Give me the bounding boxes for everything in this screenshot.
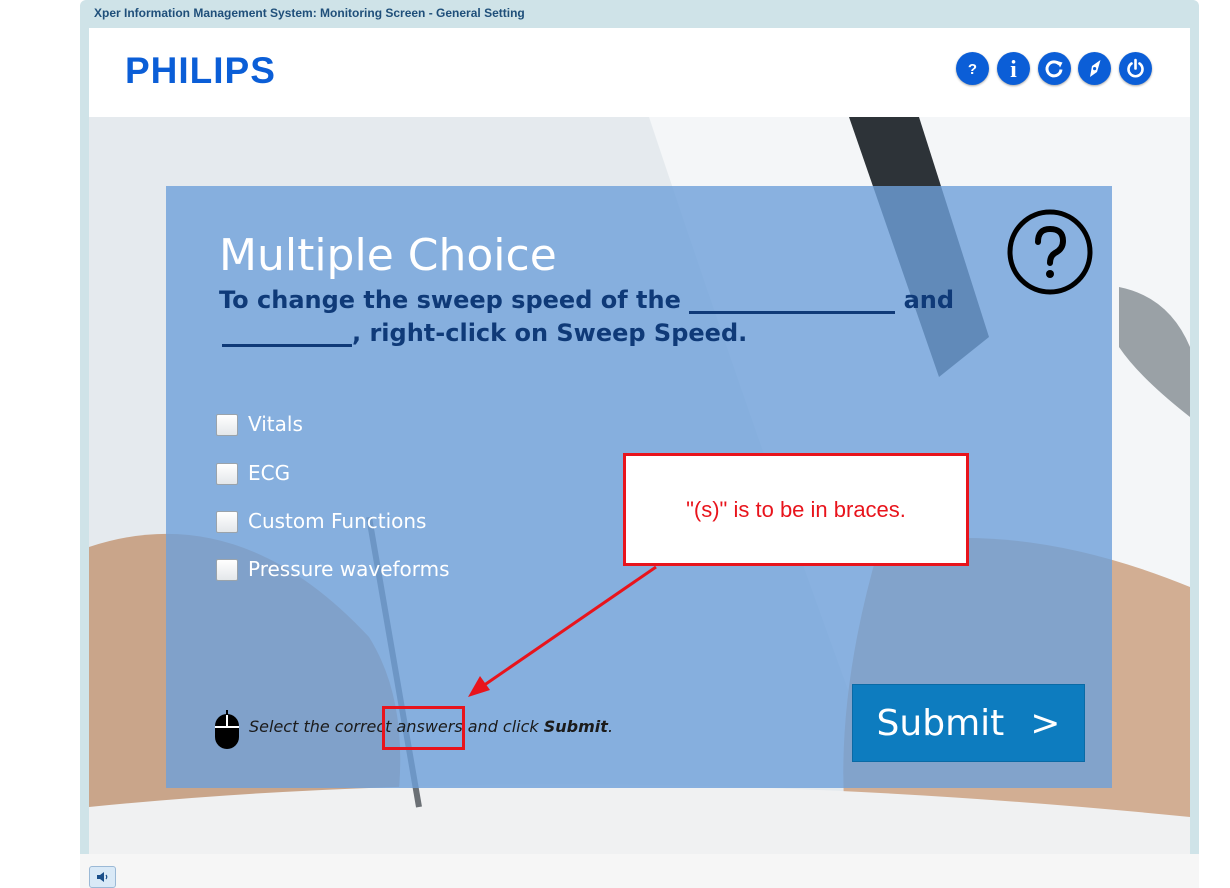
option-label: Pressure waveforms: [248, 557, 450, 581]
option-checkbox[interactable]: [216, 559, 238, 581]
option-label: ECG: [248, 461, 291, 485]
question-line-2: , right-click on Sweep Speed.: [219, 319, 747, 347]
question-text-part-1: To change the sweep speed of the: [219, 286, 681, 314]
option-checkbox[interactable]: [216, 511, 238, 533]
option-label: Custom Functions: [248, 509, 427, 533]
mouse-icon: [215, 710, 239, 749]
help-button[interactable]: ?: [956, 52, 989, 85]
answer-blank-1: [689, 287, 896, 314]
audio-button[interactable]: [89, 866, 116, 888]
speaker-icon: [97, 872, 108, 882]
refresh-button[interactable]: [1038, 52, 1071, 85]
footer-bar: [80, 854, 1199, 888]
submit-label: Submit: [876, 702, 1005, 744]
option-checkbox[interactable]: [216, 463, 238, 485]
info-icon: i: [1010, 57, 1017, 83]
question-mark-icon: ?: [968, 61, 977, 78]
quiz-title: Multiple Choice: [219, 230, 557, 281]
submit-button[interactable]: Submit >: [852, 684, 1085, 762]
question-text-part-3: , right-click on Sweep Speed.: [352, 319, 748, 347]
navigate-button[interactable]: [1078, 52, 1111, 85]
compass-icon: [1090, 60, 1101, 77]
question-line-1: To change the sweep speed of the and: [219, 286, 954, 314]
annotation-highlight-box: [382, 706, 465, 750]
annotation-callout: "(s)" is to be in braces.: [623, 453, 969, 566]
philips-logo: PHILIPS: [125, 50, 276, 91]
refresh-icon: [1045, 60, 1063, 78]
answer-blank-2: [222, 320, 352, 347]
info-button[interactable]: i: [997, 52, 1030, 85]
question-circle-icon: [1007, 209, 1093, 295]
power-icon: [1127, 58, 1144, 78]
annotation-text: "(s)" is to be in braces.: [686, 496, 906, 522]
option-checkbox[interactable]: [216, 414, 238, 436]
window-title: Xper Information Management System: Moni…: [94, 6, 525, 20]
svg-text:?: ?: [968, 61, 977, 78]
option-label: Vitals: [248, 412, 303, 436]
content-area: PHILIPS ? i Multiple Choice To change th…: [89, 28, 1190, 854]
power-button[interactable]: [1119, 52, 1152, 85]
question-text-part-2: and: [903, 286, 955, 314]
svg-text:i: i: [1010, 57, 1017, 83]
chevron-right-icon: >: [1030, 702, 1061, 744]
